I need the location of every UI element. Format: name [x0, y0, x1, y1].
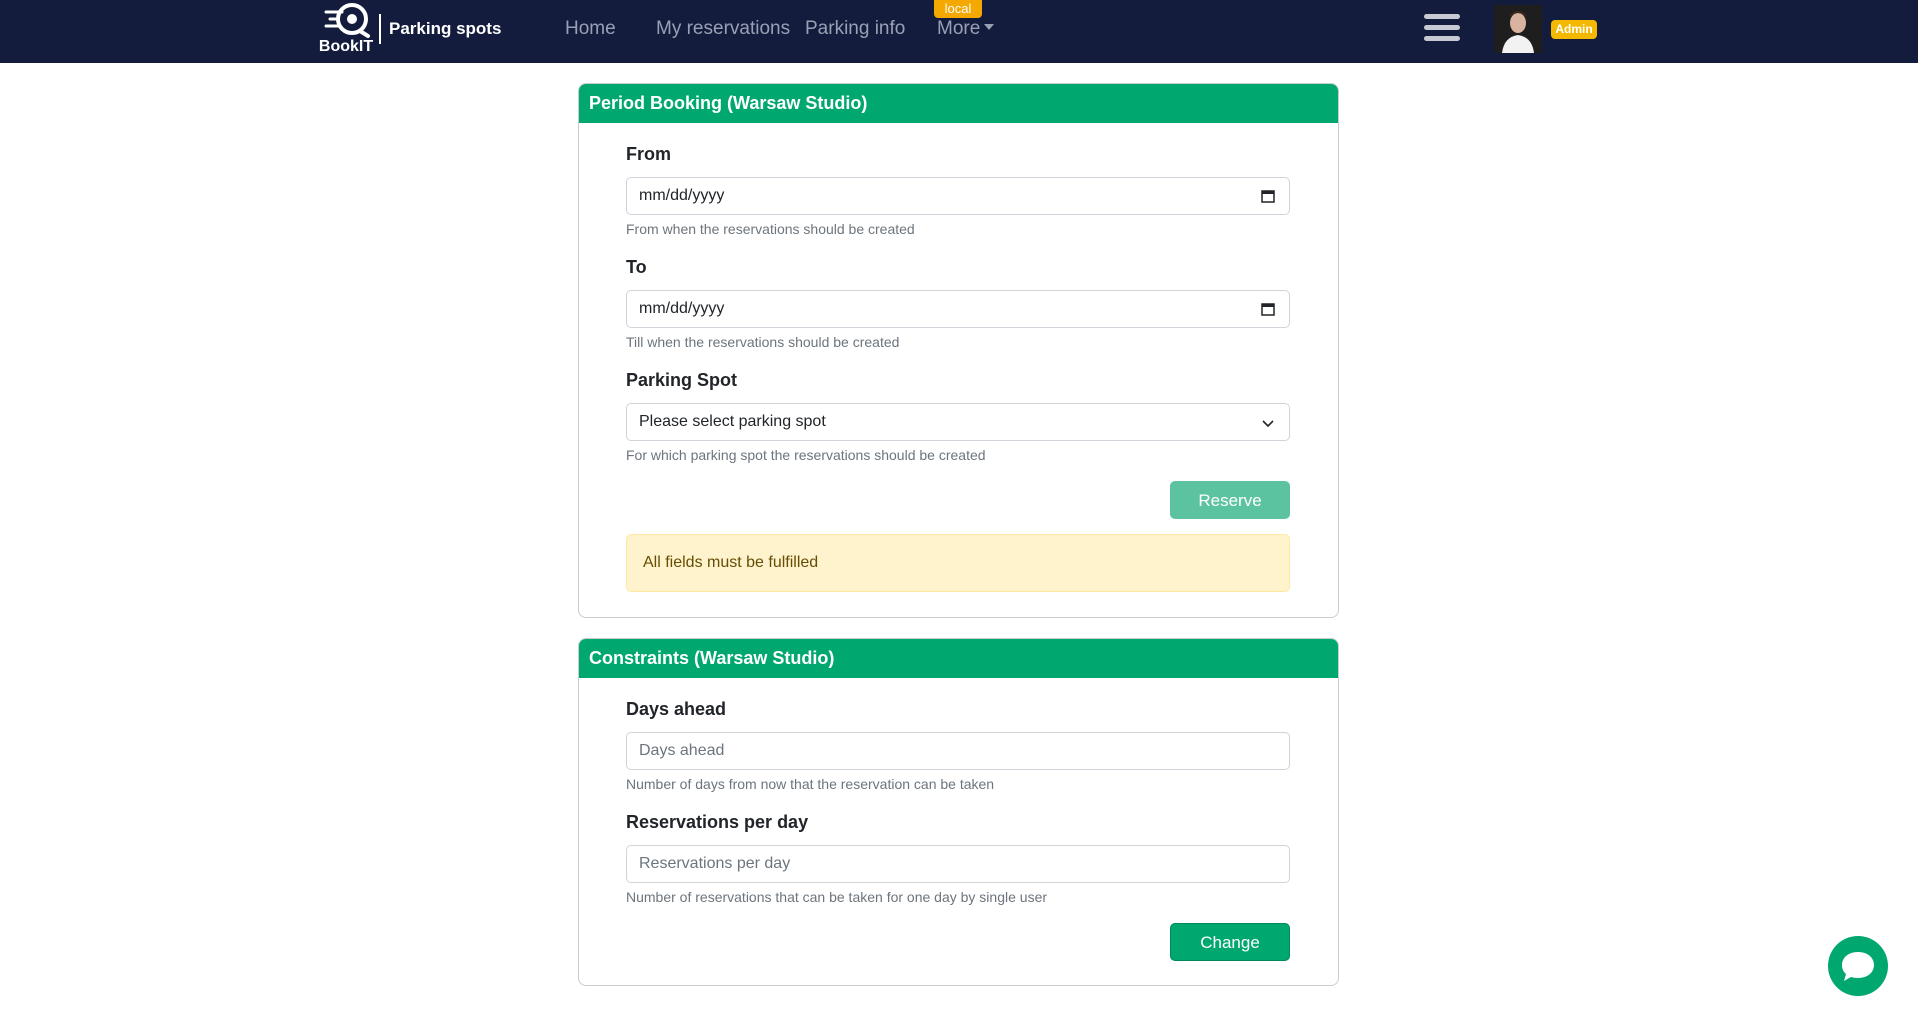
top-navbar: BookIT Parking spots Home My reservation…	[0, 0, 1918, 63]
from-field-group: From	[626, 144, 1290, 165]
hamburger-menu-icon[interactable]	[1424, 14, 1460, 46]
to-date-input[interactable]: mm/dd/yyyy	[626, 290, 1290, 328]
to-label: To	[626, 257, 647, 277]
chat-button[interactable]	[1828, 936, 1888, 996]
admin-badge: Admin	[1551, 20, 1597, 39]
constraints-card: Constraints (Warsaw Studio) Days ahead D…	[578, 638, 1339, 986]
nav-more-label: More	[937, 18, 981, 39]
avatar-photo-icon	[1494, 5, 1542, 53]
user-avatar[interactable]	[1494, 5, 1542, 53]
from-date-value: mm/dd/yyyy	[639, 187, 725, 204]
parking-spot-select[interactable]: Please select parking spot	[626, 403, 1290, 441]
from-label: From	[626, 144, 671, 164]
parking-spot-field-group: Parking Spot	[626, 370, 1290, 391]
change-button[interactable]: Change	[1170, 923, 1290, 961]
nav-home[interactable]: Home	[565, 18, 616, 40]
to-help-text: Till when the reservations should be cre…	[626, 334, 900, 350]
chevron-down-icon	[1262, 420, 1274, 428]
days-ahead-field-group: Days ahead	[626, 699, 1290, 720]
from-date-input[interactable]: mm/dd/yyyy	[626, 177, 1290, 215]
section-title: Parking spots	[389, 19, 502, 38]
days-ahead-input[interactable]: Days ahead	[626, 732, 1290, 770]
from-help-text: From when the reservations should be cre…	[626, 221, 915, 237]
nav-more-dropdown[interactable]: More	[937, 18, 995, 40]
nav-parking-info[interactable]: Parking info	[805, 18, 905, 40]
days-ahead-help-text: Number of days from now that the reserva…	[626, 776, 995, 792]
parking-spot-help-text: For which parking spot the reservations …	[626, 447, 986, 463]
to-date-value: mm/dd/yyyy	[639, 300, 725, 317]
bookit-logo-icon	[324, 3, 370, 38]
brand-name: BookIT	[318, 38, 374, 55]
brand-logo-link[interactable]: BookIT	[318, 2, 378, 58]
caret-down-icon	[984, 24, 995, 30]
brand-divider	[379, 14, 381, 44]
period-booking-title: Period Booking (Warsaw Studio)	[579, 84, 1338, 123]
reserve-button[interactable]: Reserve	[1170, 481, 1290, 519]
chat-bubble-icon	[1842, 952, 1874, 981]
days-ahead-label: Days ahead	[626, 699, 727, 719]
to-field-group: To	[626, 257, 1290, 278]
constraints-title: Constraints (Warsaw Studio)	[579, 639, 1338, 678]
calendar-icon[interactable]	[1261, 302, 1275, 316]
reservations-per-day-label: Reservations per day	[626, 812, 809, 832]
reservations-per-day-help-text: Number of reservations that can be taken…	[626, 889, 1048, 905]
period-booking-card: Period Booking (Warsaw Studio) From mm/d…	[578, 83, 1339, 618]
reservations-per-day-input[interactable]: Reservations per day	[626, 845, 1290, 883]
validation-alert: All fields must be fulfilled	[626, 534, 1290, 592]
parking-spot-selected: Please select parking spot	[639, 413, 826, 430]
environment-badge: local	[934, 0, 982, 18]
calendar-icon[interactable]	[1261, 189, 1275, 203]
parking-spot-label: Parking Spot	[626, 370, 738, 390]
reservations-per-day-field-group: Reservations per day	[626, 812, 1290, 833]
nav-my-reservations[interactable]: My reservations	[656, 18, 790, 40]
